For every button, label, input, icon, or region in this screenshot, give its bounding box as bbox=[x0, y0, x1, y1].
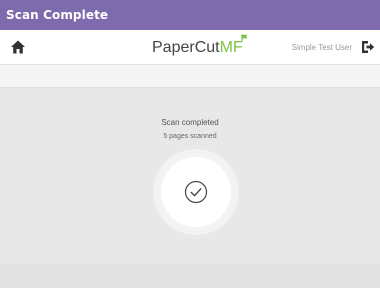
logout-icon[interactable] bbox=[361, 40, 375, 54]
scan-complete-screen: Scan Complete PaperCutMF Simple Test Use… bbox=[0, 0, 380, 288]
window-title: Scan Complete bbox=[0, 0, 380, 30]
home-icon[interactable] bbox=[10, 39, 26, 55]
user-name-label: Simple Test User bbox=[291, 43, 352, 52]
logo-papercut-text: PaperCut bbox=[152, 39, 220, 56]
scan-result-panel: Scan completed 5 pages scanned bbox=[0, 88, 380, 264]
secondary-bar bbox=[0, 64, 380, 88]
scan-status-text: Scan completed bbox=[161, 118, 219, 127]
pages-scanned-text: 5 pages scanned bbox=[163, 133, 217, 140]
papercut-mf-logo: PaperCutMF bbox=[152, 34, 248, 58]
top-bar: PaperCutMF Simple Test User bbox=[0, 30, 380, 64]
logo-flag-icon bbox=[241, 34, 248, 42]
footer-bar bbox=[0, 264, 380, 288]
status-ring bbox=[153, 149, 239, 235]
status-circle bbox=[161, 157, 231, 227]
logo-mf-text: MF bbox=[219, 39, 243, 56]
checkmark-circle-icon bbox=[184, 180, 208, 204]
